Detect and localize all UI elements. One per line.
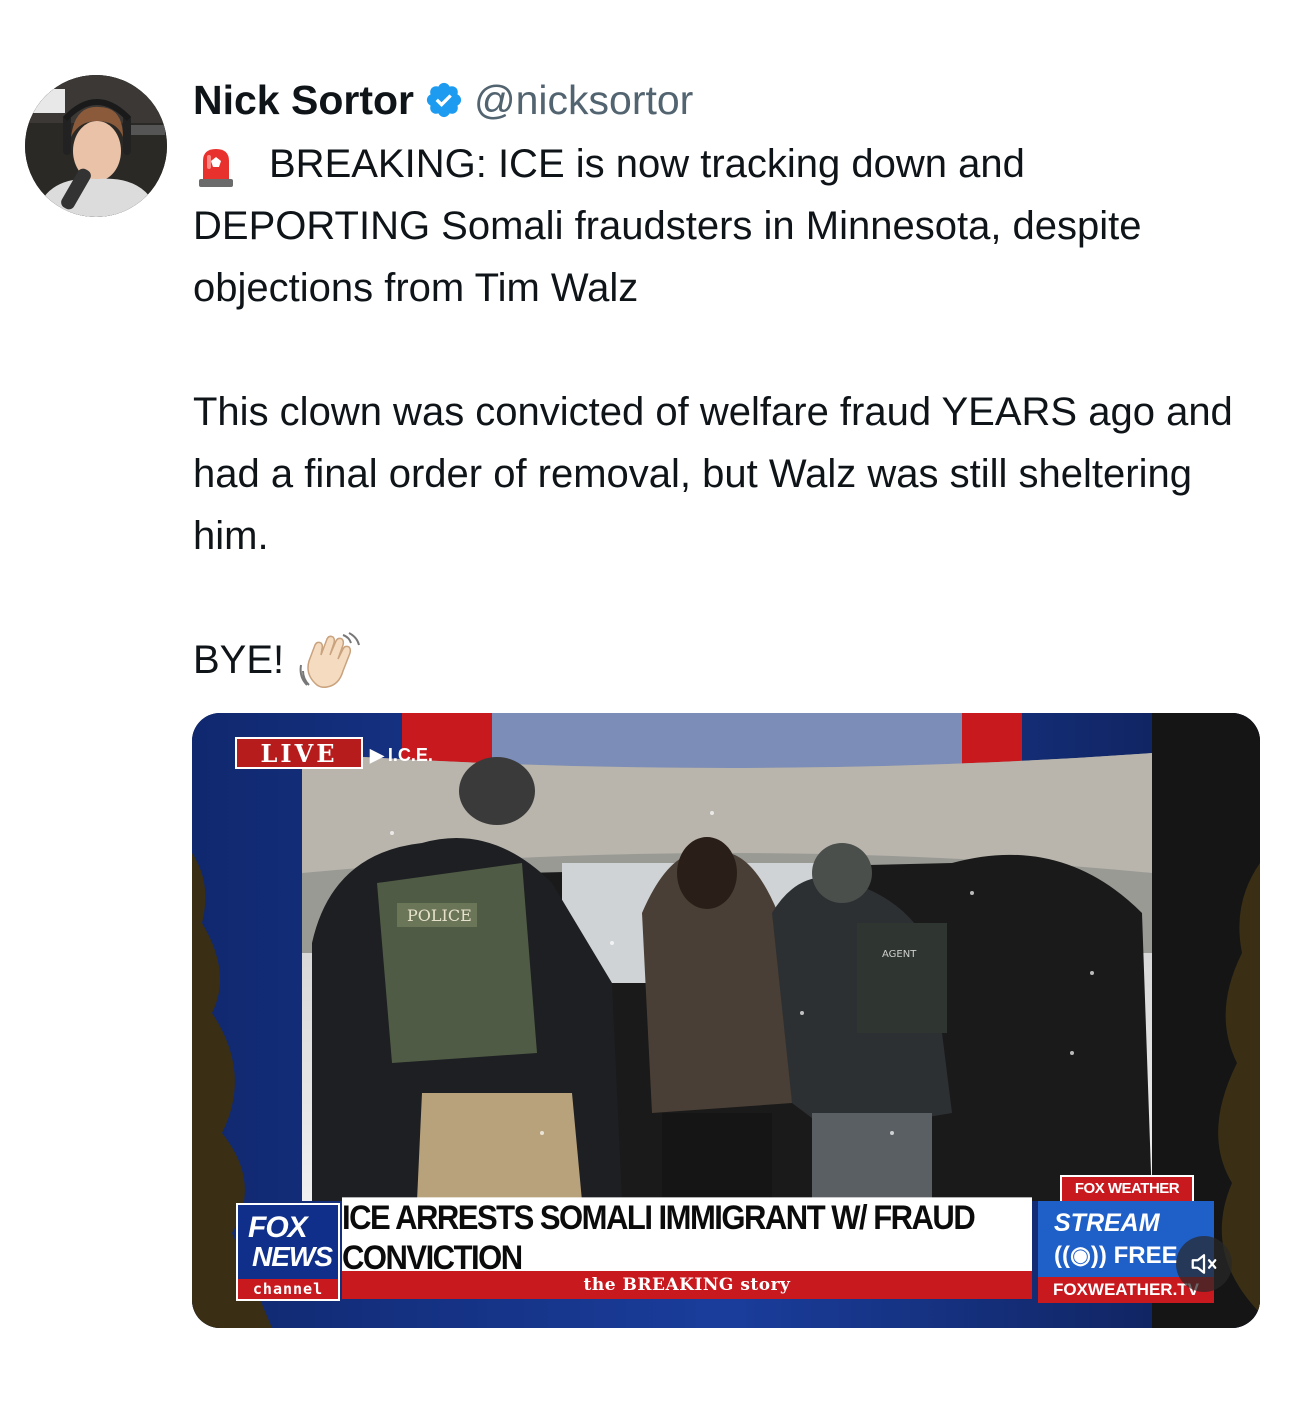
author-handle[interactable]: @nicksortor [474,77,693,124]
mute-button[interactable] [1176,1236,1232,1292]
police-vest-label: POLICE [407,906,472,925]
tweet-paragraph: BREAKING: ICE is now tracking down and D… [193,133,1273,319]
tweet-line-1: BREAKING: ICE is now tracking down and D… [193,142,1142,310]
channel-logo-word: channel [238,1279,338,1299]
waving-hand-emoji-icon [299,632,361,689]
fox-weather-stream: STREAM [1054,1209,1160,1237]
tweet-video[interactable]: POLICE AGENT LIVE ▶ I.C.E. FOX NEWS chan… [192,713,1260,1328]
headline-chyron: ICE ARRESTS SOMALI IMMIGRANT W/ FRAUD CO… [342,1197,1032,1278]
mute-icon [1191,1254,1217,1274]
breaking-subbar-label: the BREAKING story [583,1275,791,1295]
fox-weather-title: FOX WEATHER [1060,1175,1194,1203]
live-badge: LIVE [235,737,363,769]
fox-news-logo: FOX NEWS channel [236,1203,340,1301]
play-triangle-icon: ▶ [370,744,384,765]
breaking-subbar: the BREAKING story [342,1271,1032,1299]
fox-logo-word: FOX [248,1211,308,1244]
tweet-paragraph: This clown was convicted of welfare frau… [193,381,1273,567]
avatar-photo [25,75,167,217]
tweet-paragraph: BYE! [193,629,1273,693]
ice-tag-label: I.C.E. [387,744,433,765]
fox-weather-free: ((◉)) FREE [1054,1242,1178,1269]
news-logo-word: NEWS [252,1241,333,1272]
tweet-line-2: This clown was convicted of welfare frau… [193,390,1233,558]
verified-badge-icon [426,82,462,118]
agent-vest-label: AGENT [882,949,917,960]
author-name[interactable]: Nick Sortor [193,77,414,124]
fox-weather-free-label: FREE [1113,1242,1178,1269]
tweet-line-3: BYE! [193,638,285,682]
tweet-text: BREAKING: ICE is now tracking down and D… [193,133,1273,693]
ice-tag: ▶ I.C.E. [370,741,433,769]
author-avatar[interactable] [25,75,167,217]
siren-emoji-icon [199,149,233,188]
tweet-header: Nick Sortor @nicksortor [193,72,693,128]
